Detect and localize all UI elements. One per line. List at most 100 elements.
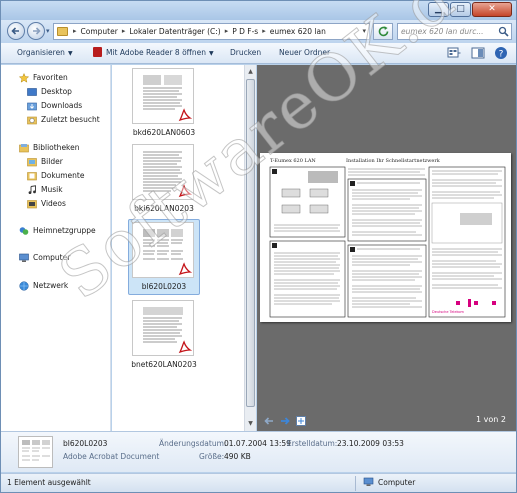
preview-pane-icon <box>471 47 485 59</box>
crumb-local-disk[interactable]: Lokaler Datenträger (C:) <box>129 24 220 39</box>
address-row: ▾ ▸ Computer ▸ Lokaler Datenträger (C:) … <box>1 20 516 43</box>
detail-file-type: Adobe Acrobat Document <box>63 452 160 461</box>
pdf-preview-page[interactable]: T-Eumex 620 LAN Installation Ihr Schnell… <box>260 153 511 322</box>
documents-icon <box>27 171 37 180</box>
view-icon <box>447 47 461 58</box>
videos-icon <box>27 199 37 208</box>
status-bar: 1 Element ausgewählt Computer <box>1 473 516 492</box>
address-bar[interactable]: ▸ Computer ▸ Lokaler Datenträger (C:) ▸ … <box>53 23 370 40</box>
search-placeholder: eumex 620 lan durc... <box>401 27 484 36</box>
pdf-icon <box>177 108 192 122</box>
homegroup-icon <box>19 226 29 235</box>
file-thumbnail-selected[interactable] <box>132 222 194 278</box>
title-bar: ▁ □ ✕ <box>1 1 516 20</box>
document-body-graphic: Deutsche Telekom <box>269 166 506 318</box>
modified-value[interactable]: 01.07.2004 13:59 <box>224 438 291 449</box>
crumb-eumex-folder[interactable]: eumex 620 lan <box>270 24 326 39</box>
new-folder-button[interactable]: Neuer Ordner <box>279 47 330 59</box>
star-icon <box>19 72 29 83</box>
nav-homegroup[interactable]: Heimnetzgruppe <box>19 224 96 237</box>
folder-icon <box>57 27 68 36</box>
search-icon <box>498 26 509 37</box>
minimize-button[interactable]: ▁ <box>428 2 449 17</box>
page-count: 1 von 2 <box>476 415 506 424</box>
scroll-up-arrow-icon[interactable]: ▲ <box>245 66 256 77</box>
recent-places-icon <box>27 116 37 124</box>
maximize-button[interactable]: □ <box>450 2 471 17</box>
chevron-down-icon[interactable]: ▾ <box>362 24 366 39</box>
search-input[interactable]: eumex 620 lan durc... <box>397 23 512 40</box>
scrollbar-thumb[interactable] <box>246 79 255 407</box>
crumb-computer[interactable]: Computer <box>81 24 118 39</box>
pdf-icon <box>177 340 192 354</box>
size-label: Größe: <box>199 452 225 461</box>
pdf-icon <box>177 184 192 198</box>
nav-libraries[interactable]: Bibliotheken <box>19 141 80 154</box>
nav-videos[interactable]: Videos <box>27 197 66 210</box>
forward-arrow-icon <box>33 27 41 35</box>
file-name[interactable]: bkd620LAN0603 <box>112 128 216 138</box>
nav-pictures[interactable]: Bilder <box>27 155 63 168</box>
refresh-icon <box>378 26 388 37</box>
nav-desktop[interactable]: Desktop <box>27 85 72 98</box>
file-thumbnail[interactable] <box>132 68 194 124</box>
adobe-reader-icon <box>93 47 102 57</box>
print-button[interactable]: Drucken <box>230 47 261 59</box>
music-icon <box>28 184 36 194</box>
nav-recent-places[interactable]: Zuletzt besucht <box>27 113 100 126</box>
chevron-down-icon: ▼ <box>67 50 73 57</box>
breadcrumb: ▸ Computer ▸ Lokaler Datenträger (C:) ▸ … <box>73 24 326 39</box>
nav-computer[interactable]: Computer <box>7 249 116 266</box>
file-thumbnail[interactable] <box>132 300 194 356</box>
back-button[interactable] <box>7 22 25 40</box>
computer-icon <box>363 477 374 486</box>
telekom-logo-text: Deutsche Telekom <box>432 310 465 314</box>
preview-pane: T-Eumex 620 LAN Installation Ihr Schnell… <box>257 65 516 431</box>
nav-downloads[interactable]: Downloads <box>27 99 82 112</box>
network-icon <box>19 280 29 291</box>
status-location: Computer <box>363 477 415 487</box>
navigation-pane: Favoriten Desktop Downloads Zuletzt besu… <box>1 65 116 431</box>
libraries-icon <box>19 143 29 152</box>
svg-text:?: ? <box>499 50 504 60</box>
scroll-down-arrow-icon[interactable]: ▼ <box>245 418 256 429</box>
detail-file-name: bl620L0203 <box>63 439 108 448</box>
status-divider <box>355 476 356 491</box>
created-label: Erstelldatum: <box>287 439 338 448</box>
view-options-button[interactable] <box>447 46 461 60</box>
recent-pages-dropdown[interactable]: ▾ <box>46 27 50 35</box>
file-name[interactable]: bl620L0203 <box>112 282 216 292</box>
pictures-icon <box>27 157 37 166</box>
forward-button[interactable] <box>27 22 45 40</box>
fit-page-icon[interactable] <box>295 415 307 427</box>
crumb-pdf-folder[interactable]: P D F-s <box>232 24 258 39</box>
organize-button[interactable]: Organisieren ▼ <box>17 47 73 60</box>
nav-documents[interactable]: Dokumente <box>27 169 84 182</box>
back-arrow-icon <box>11 27 19 35</box>
file-name[interactable]: bki620LAN0203 <box>112 204 216 214</box>
file-thumbnail[interactable] <box>132 144 194 200</box>
next-page-arrow-icon[interactable] <box>279 415 291 427</box>
nav-favorites[interactable]: Favoriten <box>19 71 68 84</box>
details-pane: bl620L0203 Adobe Acrobat Document Änderu… <box>1 431 516 472</box>
close-button[interactable]: ✕ <box>472 2 512 17</box>
file-list-scrollbar[interactable]: ▲ ▼ <box>244 65 256 431</box>
file-thumbnail <box>18 436 53 468</box>
created-value[interactable]: 23.10.2009 03:53 <box>337 438 404 449</box>
preview-pane-button[interactable] <box>471 46 485 60</box>
command-bar: Organisieren ▼ Mit Adobe Reader 8 öffnen ▼… <box>1 43 516 64</box>
selection-status: 1 Element ausgewählt <box>7 478 91 487</box>
file-list: bkd620LAN0603 bki620LAN0203 bl620L0203 b… <box>112 65 244 431</box>
computer-icon <box>19 253 29 262</box>
nav-network[interactable]: Netzwerk <box>19 279 68 292</box>
modified-label: Änderungsdatum: <box>159 439 227 448</box>
file-name[interactable]: bnet620LAN0203 <box>112 360 216 370</box>
nav-music[interactable]: Musik <box>27 183 63 196</box>
size-value: 490 KB <box>224 452 251 461</box>
previous-page-arrow-icon[interactable] <box>263 415 275 427</box>
chevron-down-icon: ▼ <box>208 50 214 57</box>
refresh-button[interactable] <box>373 23 393 40</box>
help-button[interactable]: ? <box>494 46 508 60</box>
open-with-button[interactable]: Mit Adobe Reader 8 öffnen ▼ <box>93 47 214 60</box>
downloads-folder-icon <box>27 102 37 110</box>
